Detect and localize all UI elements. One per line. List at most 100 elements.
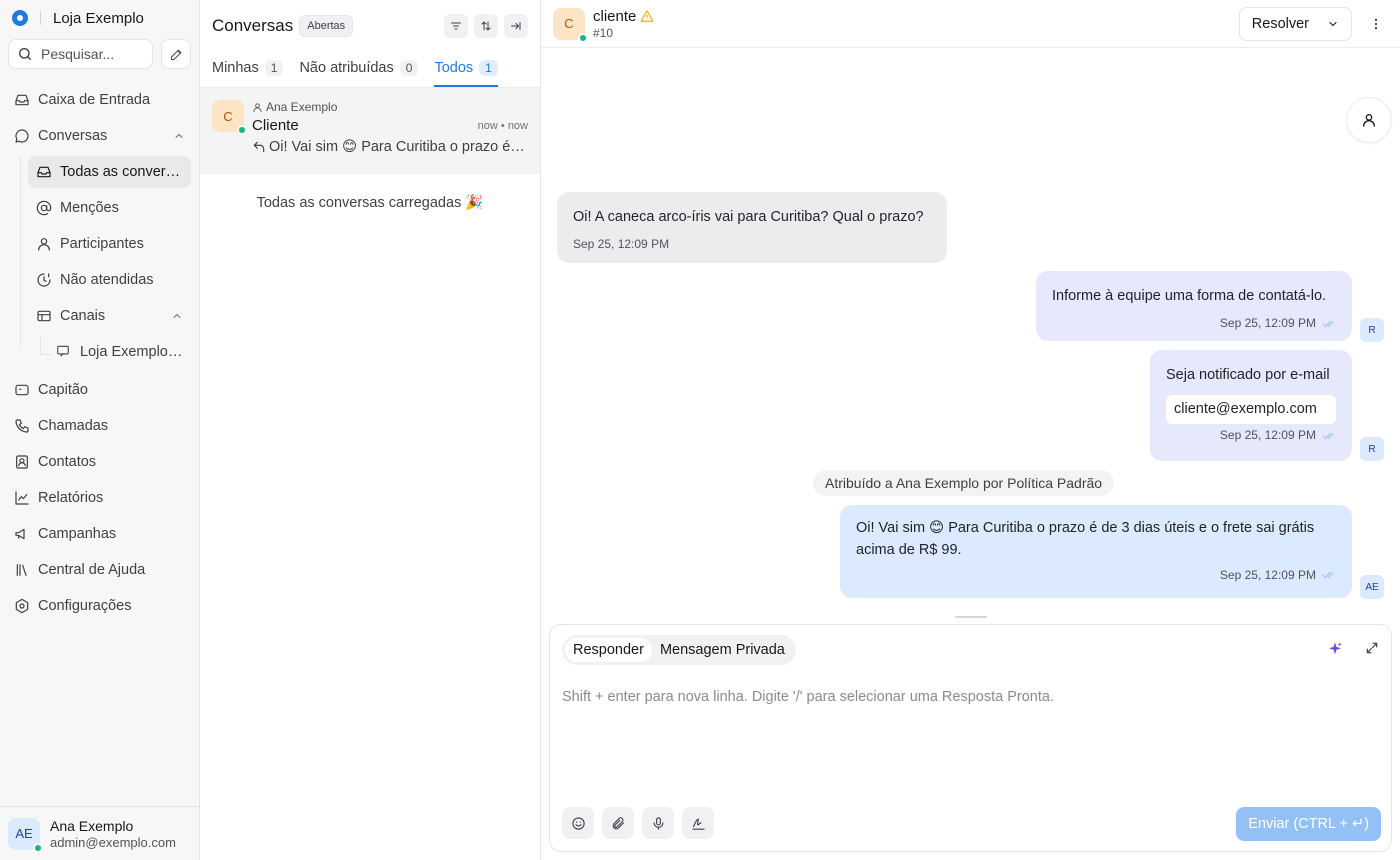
- avatar-initials: C: [564, 16, 574, 31]
- resize-handle[interactable]: [955, 616, 987, 618]
- contact-avatar[interactable]: C: [553, 7, 588, 43]
- assigned-agent: Ana Exemplo: [252, 100, 528, 114]
- sidebar-item-all-conversations[interactable]: Todas as conversas: [28, 156, 191, 188]
- chevron-down-icon[interactable]: [1327, 18, 1339, 30]
- tab-unassigned[interactable]: Não atribuídas 0: [299, 52, 419, 87]
- profile-name: Ana Exemplo: [50, 817, 134, 834]
- chat-bubble-icon: [14, 128, 30, 144]
- assigned-agent-name: Ana Exemplo: [266, 100, 338, 114]
- attach-button[interactable]: [602, 807, 634, 839]
- message-time: Sep 25, 12:09 PM: [1219, 567, 1316, 582]
- emoji-button[interactable]: [562, 807, 594, 839]
- reply-mode-switch: Responder Mensagem Privada: [562, 635, 796, 665]
- nav-item-inbox[interactable]: Caixa de Entrada: [0, 82, 199, 118]
- library-icon: [14, 562, 30, 578]
- sidebar-item-unattended[interactable]: Não atendidas: [28, 264, 191, 296]
- contact-name-row: cliente: [593, 8, 654, 25]
- brand[interactable]: Loja Exemplo: [0, 0, 199, 36]
- double-check-icon: [1322, 319, 1336, 329]
- chat-window-icon: [56, 344, 72, 360]
- double-check-icon: [1322, 431, 1336, 441]
- nav-item-reports[interactable]: Relatórios: [0, 480, 199, 516]
- profile-text: Ana Exemplo admin@exemplo.com: [50, 818, 176, 850]
- nav-item-conversations[interactable]: Conversas: [0, 118, 199, 154]
- microphone-icon: [651, 816, 666, 831]
- ai-sparkle-icon[interactable]: [1327, 641, 1343, 657]
- tab-mine[interactable]: Minhas 1: [212, 52, 284, 87]
- nav-item-label: Contatos: [38, 454, 97, 470]
- tab-private-note[interactable]: Mensagem Privada: [652, 638, 793, 662]
- conversation-list: Conversas Abertas Minhas 1 Não atribuída…: [200, 0, 541, 860]
- conversation-card[interactable]: C Ana Exemplo Cliente now • now Oi! Vai …: [200, 88, 540, 174]
- online-status-dot: [33, 842, 43, 853]
- email-field[interactable]: cliente@exemplo.com: [1166, 395, 1336, 425]
- message-text: Oi! A caneca arco-íris vai para Curitiba…: [573, 209, 924, 225]
- profile[interactable]: AE Ana Exemplo admin@exemplo.com: [0, 806, 199, 860]
- gear-icon: [14, 598, 30, 614]
- composer-bottom-tools: [562, 807, 714, 839]
- tab-all[interactable]: Todos 1: [434, 52, 499, 87]
- conversation-header: C cliente #10 Resolver: [541, 0, 1400, 48]
- more-options-button[interactable]: [1364, 12, 1388, 36]
- online-status-dot: [578, 32, 588, 43]
- conversation-tabs: Minhas 1 Não atribuídas 0 Todos 1: [200, 52, 540, 88]
- compose-button[interactable]: [161, 39, 191, 69]
- search-row: [0, 36, 199, 69]
- nav-item-help-center[interactable]: Central de Ajuda: [0, 552, 199, 588]
- search-input[interactable]: [41, 46, 141, 62]
- pencil-icon: [169, 47, 184, 62]
- nav-item-label: Chamadas: [38, 418, 109, 434]
- reply-arrow-icon: [252, 140, 266, 154]
- inbox-icon: [36, 164, 52, 180]
- sidebar-item-mentions[interactable]: Menções: [28, 192, 191, 224]
- sidebar-item-participants[interactable]: Participantes: [28, 228, 191, 260]
- filter-icon: [450, 20, 462, 32]
- channels-icon: [36, 308, 52, 324]
- sort-button[interactable]: [474, 14, 498, 38]
- nav-item-contacts[interactable]: Contatos: [0, 444, 199, 480]
- nav-item-label: Conversas: [38, 128, 108, 144]
- resolve-label: Resolver: [1251, 15, 1309, 32]
- all-loaded-message: Todas as conversas carregadas 🎉: [256, 195, 484, 211]
- sidebar-item-channels[interactable]: Canais: [28, 300, 191, 332]
- message-outgoing: Informe à equipe uma forma de contatá-lo…: [1036, 271, 1352, 341]
- chevron-up-icon[interactable]: [171, 310, 183, 322]
- nav-item-campaigns[interactable]: Campanhas: [0, 516, 199, 552]
- message-time: Sep 25, 12:09 PM: [573, 237, 670, 252]
- contact-card-icon: [14, 454, 30, 470]
- contact-details-button[interactable]: [1346, 97, 1392, 143]
- signature-button[interactable]: [682, 807, 714, 839]
- composer-top-tools: [1327, 641, 1379, 657]
- sidebar-item-channel-loja[interactable]: Loja Exemplo Chat: [48, 336, 191, 368]
- tab-label: Minhas: [212, 60, 259, 76]
- message-input[interactable]: Shift + enter para nova linha. Digite '/…: [562, 689, 1054, 705]
- expand-icon[interactable]: [1365, 641, 1379, 657]
- collapse-panel-button[interactable]: [504, 14, 528, 38]
- contact-name[interactable]: cliente: [593, 8, 636, 25]
- nav-item-calls[interactable]: Chamadas: [0, 408, 199, 444]
- inbox-icon: [14, 92, 30, 108]
- megaphone-icon: [14, 526, 30, 542]
- send-button[interactable]: Enviar (CTRL + ↵): [1236, 807, 1381, 841]
- conversation-list-title: Conversas: [212, 16, 294, 35]
- nav-item-captain[interactable]: Capitão: [0, 372, 199, 408]
- signature-icon: [691, 816, 706, 831]
- brand-divider: [40, 11, 41, 25]
- filter-button[interactable]: [444, 14, 468, 38]
- sidebar-item-label: Não atendidas: [60, 272, 154, 288]
- tab-reply[interactable]: Responder: [565, 638, 652, 662]
- nav-item-settings[interactable]: Configurações: [0, 588, 199, 624]
- search-icon: [17, 46, 33, 62]
- nav-item-label: Capitão: [38, 382, 88, 398]
- message-incoming: Oi! A caneca arco-íris vai para Curitiba…: [557, 192, 947, 263]
- sender-avatar: R: [1360, 437, 1384, 461]
- search-box[interactable]: [8, 39, 153, 69]
- user-icon: [252, 102, 263, 113]
- message-time: Sep 25, 12:09 PM: [1219, 316, 1316, 331]
- status-badge[interactable]: Abertas: [299, 15, 354, 37]
- user-icon: [36, 236, 52, 252]
- resolve-button[interactable]: Resolver: [1238, 6, 1352, 41]
- audio-button[interactable]: [642, 807, 674, 839]
- chevron-up-icon[interactable]: [173, 130, 185, 142]
- user-icon: [1361, 112, 1377, 128]
